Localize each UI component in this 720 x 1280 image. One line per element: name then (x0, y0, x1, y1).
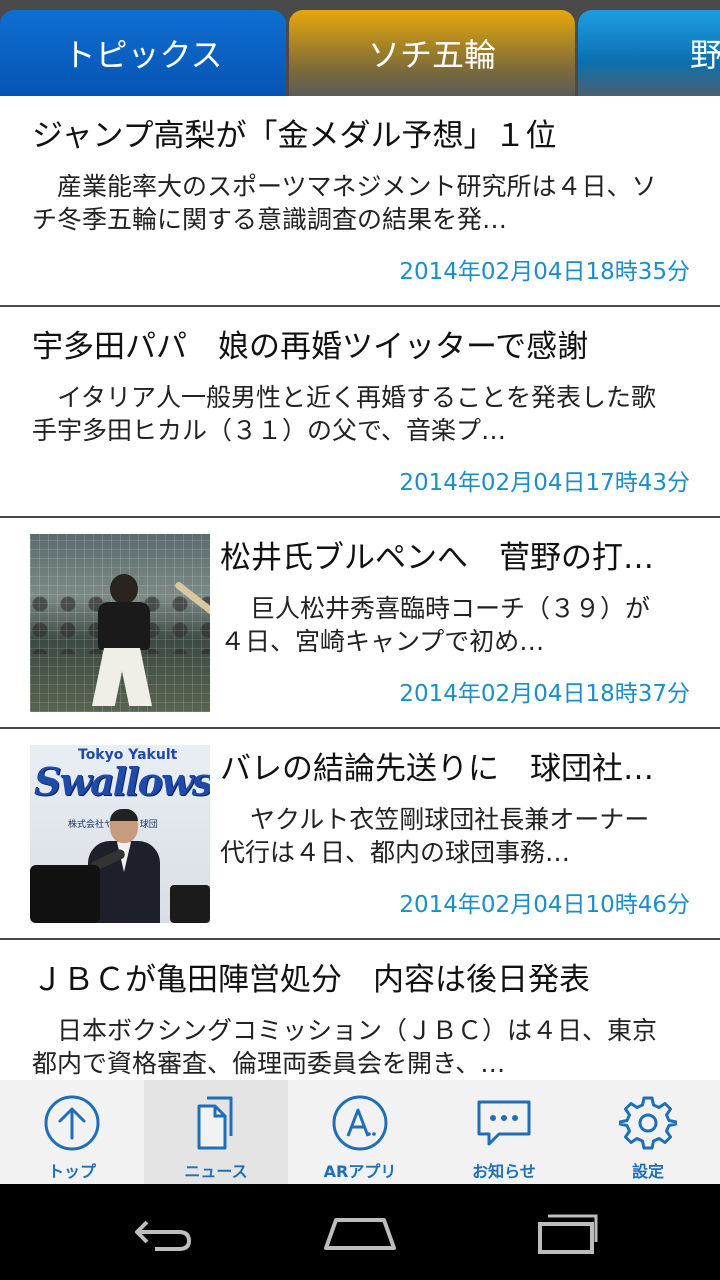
nav-notices-label: お知らせ (472, 1162, 536, 1181)
tab-sochi-olympics[interactable]: ソチ五輪 (289, 10, 575, 96)
news-summary: イタリア人一般男性と近く再婚することを発表した歌手宇多田ヒカル（３１）の父で、音… (32, 383, 657, 445)
nav-notices[interactable]: お知らせ (432, 1080, 576, 1184)
news-summary: 産業能率大のスポーツマネジメント研究所は４日、ソチ冬季五輪に関する意識調査の結果… (32, 172, 657, 234)
news-title: ジャンプ高梨が「金メダル予想」１位 (32, 118, 557, 154)
recent-apps-button[interactable] (518, 1202, 608, 1262)
documents-icon (186, 1094, 246, 1152)
swallows-logo: Swallows (34, 759, 210, 804)
chat-bubble-icon (474, 1094, 534, 1152)
category-tab-bar: トピックス ソチ五輪 野 (0, 0, 720, 96)
nav-settings[interactable]: 設定 (576, 1080, 720, 1184)
tab-topics-label: トピックス (63, 36, 223, 74)
news-title: バレの結論先送りに 球団社… (220, 751, 654, 787)
news-item[interactable]: ＪＢＣが亀田陣営処分 内容は後日発表 日本ボクシングコミッション（ＪＢＣ）は４日… (0, 940, 720, 1080)
news-item[interactable]: Tokyo Yakult Swallows 株式会社ヤクルト球団 バレの結論先送… (0, 729, 720, 940)
tab-baseball-label: 野 (690, 36, 720, 74)
nav-top[interactable]: トップ (0, 1080, 144, 1184)
nav-settings-label: 設定 (631, 1162, 664, 1181)
news-item[interactable]: 宇多田パパ 娘の再婚ツイッターで感謝 イタリア人一般男性と近く再婚することを発表… (0, 307, 720, 518)
nav-news-label: ニュース (184, 1162, 248, 1181)
arrow-up-circle-icon (42, 1094, 102, 1152)
back-arrow-icon (135, 1220, 192, 1251)
tab-baseball[interactable]: 野 (578, 10, 720, 96)
tab-sochi-label: ソチ五輪 (367, 36, 496, 74)
gear-icon (618, 1094, 678, 1152)
news-summary: ヤクルト衣笠剛球団社長兼オーナー代行は４日、都内の球団事務… (220, 805, 650, 867)
home-icon (324, 1218, 396, 1250)
news-summary: 巨人松井秀喜臨時コーチ（３９）が４日、宮崎キャンプで初め… (220, 594, 651, 656)
nav-news[interactable]: ニュース (144, 1080, 288, 1184)
news-title: ＪＢＣが亀田陣営処分 内容は後日発表 (32, 962, 590, 998)
ar-circle-icon (330, 1094, 390, 1152)
nav-ar-app[interactable]: ARアプリ (288, 1080, 432, 1184)
bottom-navigation: トップ ニュース ARアプリ お知らせ 設定 (0, 1080, 720, 1184)
news-title: 松井氏ブルペンへ 菅野の打… (220, 540, 654, 576)
news-item[interactable]: ジャンプ高梨が「金メダル予想」１位 産業能率大のスポーツマネジメント研究所は４日… (0, 96, 720, 307)
news-title: 宇多田パパ 娘の再婚ツイッターで感謝 (32, 329, 589, 365)
news-timestamp: 2014年02月04日10時46分 (399, 892, 690, 918)
news-timestamp: 2014年02月04日17時43分 (399, 470, 690, 496)
news-thumbnail-press-conference: Tokyo Yakult Swallows 株式会社ヤクルト球団 (30, 745, 210, 923)
nav-top-label: トップ (47, 1162, 96, 1181)
news-list[interactable]: ジャンプ高梨が「金メダル予想」１位 産業能率大のスポーツマネジメント研究所は４日… (0, 96, 720, 1080)
news-thumbnail-batting-practice (30, 534, 210, 712)
back-button[interactable] (115, 1202, 205, 1262)
news-timestamp: 2014年02月04日18時35分 (399, 259, 690, 285)
news-summary: 日本ボクシングコミッション（ＪＢＣ）は４日、東京都内で資格審査、倫理両委員会を開… (32, 1016, 658, 1078)
system-navigation-bar (0, 1184, 720, 1280)
tab-topics[interactable]: トピックス (0, 10, 286, 96)
home-button[interactable] (315, 1202, 405, 1262)
nav-ar-app-label: ARアプリ (323, 1162, 397, 1181)
news-timestamp: 2014年02月04日18時37分 (399, 681, 690, 707)
news-item[interactable]: 松井氏ブルペンへ 菅野の打… 巨人松井秀喜臨時コーチ（３９）が４日、宮崎キャンプ… (0, 518, 720, 729)
recent-apps-icon (538, 1214, 598, 1254)
